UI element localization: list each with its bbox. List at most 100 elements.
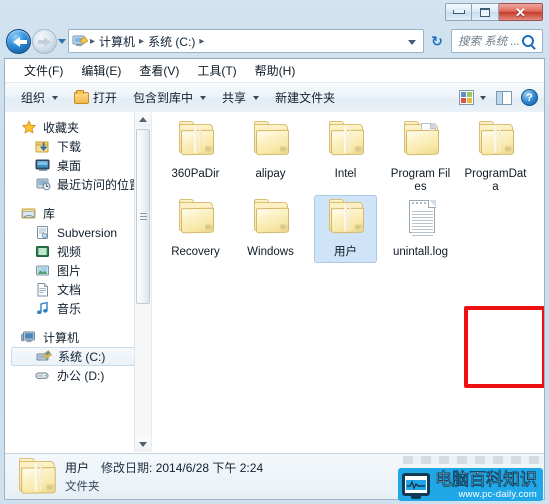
refresh-button[interactable]: ↻ — [428, 33, 446, 50]
view-chevron-down-icon[interactable] — [480, 95, 486, 100]
sidebar-item-recent-places[interactable]: 最近访问的位置 — [5, 175, 151, 194]
breadcrumb: ▸ 计算机 ▸ 系统 (C:) ▸ — [89, 33, 205, 50]
share-button[interactable]: 共享 — [214, 86, 267, 109]
sidebar-label-libraries: 库 — [43, 207, 56, 221]
sidebar-label-favorites: 收藏夹 — [43, 121, 80, 135]
file-item-unintall-log[interactable]: unintall.log — [383, 194, 458, 259]
breadcrumb-computer[interactable]: 计算机 — [96, 33, 138, 50]
history-dropdown-icon[interactable] — [58, 39, 66, 44]
toolbar-right-group: ? — [459, 83, 538, 112]
file-item-intel[interactable]: Intel — [308, 116, 383, 194]
maximize-button[interactable] — [472, 3, 499, 21]
details-row-primary: 用户 修改日期: 2014/6/28 下午 2:24 — [65, 459, 263, 476]
watermark-url: www.pc-daily.com — [458, 488, 537, 500]
pictures-icon — [35, 263, 51, 278]
close-button[interactable]: ✕ — [499, 3, 543, 21]
back-arrow-icon — [13, 37, 27, 47]
menu-tools[interactable]: 工具(T) — [188, 60, 245, 81]
include-in-library-button[interactable]: 包含到库中 — [125, 86, 214, 109]
search-input[interactable]: 搜索 系统 ... — [452, 33, 522, 49]
breadcrumb-sep: ▸ — [139, 35, 145, 47]
search-icon — [522, 35, 534, 47]
client-area: 文件(F) 编辑(E) 查看(V) 工具(T) 帮助(H) 组织 打开 包含到库… — [4, 58, 545, 500]
breadcrumb-sep: ▸ — [90, 35, 96, 47]
watermark: 电脑百科知识 www.pc-daily.com — [398, 467, 543, 501]
menu-edit[interactable]: 编辑(E) — [72, 60, 130, 81]
file-list-pane[interactable]: 360PaDir alipay Intel Program Files Prog… — [152, 112, 544, 452]
breadcrumb-system-c[interactable]: 系统 (C:) — [145, 33, 198, 50]
folder-icon — [172, 198, 220, 244]
folder-icon — [322, 198, 370, 244]
file-item-label: Recovery — [171, 246, 220, 258]
file-item-alipay[interactable]: alipay — [233, 116, 308, 194]
details-name: 用户 — [65, 461, 90, 475]
chevron-down-icon — [52, 95, 59, 100]
documents-icon — [35, 282, 51, 297]
sidebar-item-system-c[interactable]: 系统 (C:) — [11, 347, 145, 366]
organize-button[interactable]: 组织 — [13, 86, 66, 109]
back-button[interactable] — [6, 29, 31, 54]
navigation-scrollbar[interactable] — [134, 112, 151, 452]
explorer-window: ✕ ▸ 计算机 ▸ 系统 (C:) ▸ ↻ 搜索 系统 ... 文件(F) 编辑… — [0, 0, 549, 504]
navigation-list: 收藏夹 下载 桌面 最近访问的位置 库 Subversion 视频 图片 文档 … — [5, 112, 151, 385]
forward-button[interactable] — [32, 29, 57, 54]
scroll-up-button[interactable] — [135, 112, 151, 127]
file-item-program-files[interactable]: Program Files — [383, 116, 458, 194]
monitor-icon — [402, 473, 430, 500]
chevron-down-icon — [253, 95, 260, 100]
file-item-label: Program Files — [390, 168, 451, 193]
minimize-button[interactable] — [445, 3, 472, 21]
file-item-programdata[interactable]: ProgramData — [458, 116, 533, 194]
sidebar-header-libraries[interactable]: 库 — [5, 204, 151, 223]
folder-icon — [247, 120, 295, 166]
open-button[interactable]: 打开 — [66, 86, 125, 109]
open-folder-icon — [74, 89, 90, 104]
sidebar-item-documents[interactable]: 文档 — [5, 280, 151, 299]
sidebar-item-videos[interactable]: 视频 — [5, 242, 151, 261]
sidebar-item-office-d[interactable]: 办公 (D:) — [5, 366, 151, 385]
scrollbar-thumb[interactable] — [136, 129, 150, 304]
watermark-stripe — [403, 456, 543, 464]
sidebar-header-computer[interactable]: 计算机 — [5, 328, 151, 347]
minimize-icon — [452, 10, 465, 14]
details-modified: 修改日期: 2014/6/28 下午 2:24 — [101, 459, 263, 476]
chevron-down-icon — [200, 95, 207, 100]
chevron-up-icon — [139, 117, 147, 122]
menu-view[interactable]: 查看(V) — [130, 60, 188, 81]
file-item-recovery[interactable]: Recovery — [158, 194, 233, 259]
star-icon — [21, 120, 37, 135]
sidebar-header-favorites[interactable]: 收藏夹 — [5, 118, 151, 137]
scroll-down-button[interactable] — [135, 437, 151, 452]
menu-help[interactable]: 帮助(H) — [246, 60, 305, 81]
file-item-label: 360PaDir — [171, 168, 220, 180]
new-folder-label: 新建文件夹 — [275, 91, 336, 105]
sidebar-item-downloads[interactable]: 下载 — [5, 137, 151, 156]
file-item-360padir[interactable]: 360PaDir — [158, 116, 233, 194]
file-item-users[interactable]: 用户 — [308, 194, 383, 263]
menu-file[interactable]: 文件(F) — [15, 60, 72, 81]
share-label: 共享 — [222, 91, 247, 105]
search-box[interactable]: 搜索 系统 ... — [451, 29, 543, 53]
new-folder-button[interactable]: 新建文件夹 — [267, 86, 343, 109]
folder-icon — [247, 198, 295, 244]
details-text: 用户 修改日期: 2014/6/28 下午 2:24 文件夹 — [65, 459, 263, 494]
sidebar-item-subversion[interactable]: Subversion — [5, 223, 151, 242]
address-dropdown-icon[interactable] — [408, 40, 416, 45]
desktop-icon — [35, 158, 51, 173]
address-bar[interactable]: ▸ 计算机 ▸ 系统 (C:) ▸ — [68, 29, 424, 53]
preview-pane-icon[interactable] — [496, 90, 512, 105]
downloads-icon — [35, 139, 51, 154]
folder-with-file-icon — [397, 120, 445, 166]
highlight-annotation-box — [464, 306, 544, 388]
maximize-icon — [480, 7, 490, 17]
sidebar-item-desktop[interactable]: 桌面 — [5, 156, 151, 175]
sidebar-item-pictures[interactable]: 图片 — [5, 261, 151, 280]
sidebar-label-music: 音乐 — [57, 302, 82, 316]
file-item-windows[interactable]: Windows — [233, 194, 308, 259]
sidebar-item-music[interactable]: 音乐 — [5, 299, 151, 318]
close-icon: ✕ — [515, 4, 526, 20]
change-view-icon[interactable] — [459, 90, 474, 105]
help-icon[interactable]: ? — [521, 89, 538, 106]
